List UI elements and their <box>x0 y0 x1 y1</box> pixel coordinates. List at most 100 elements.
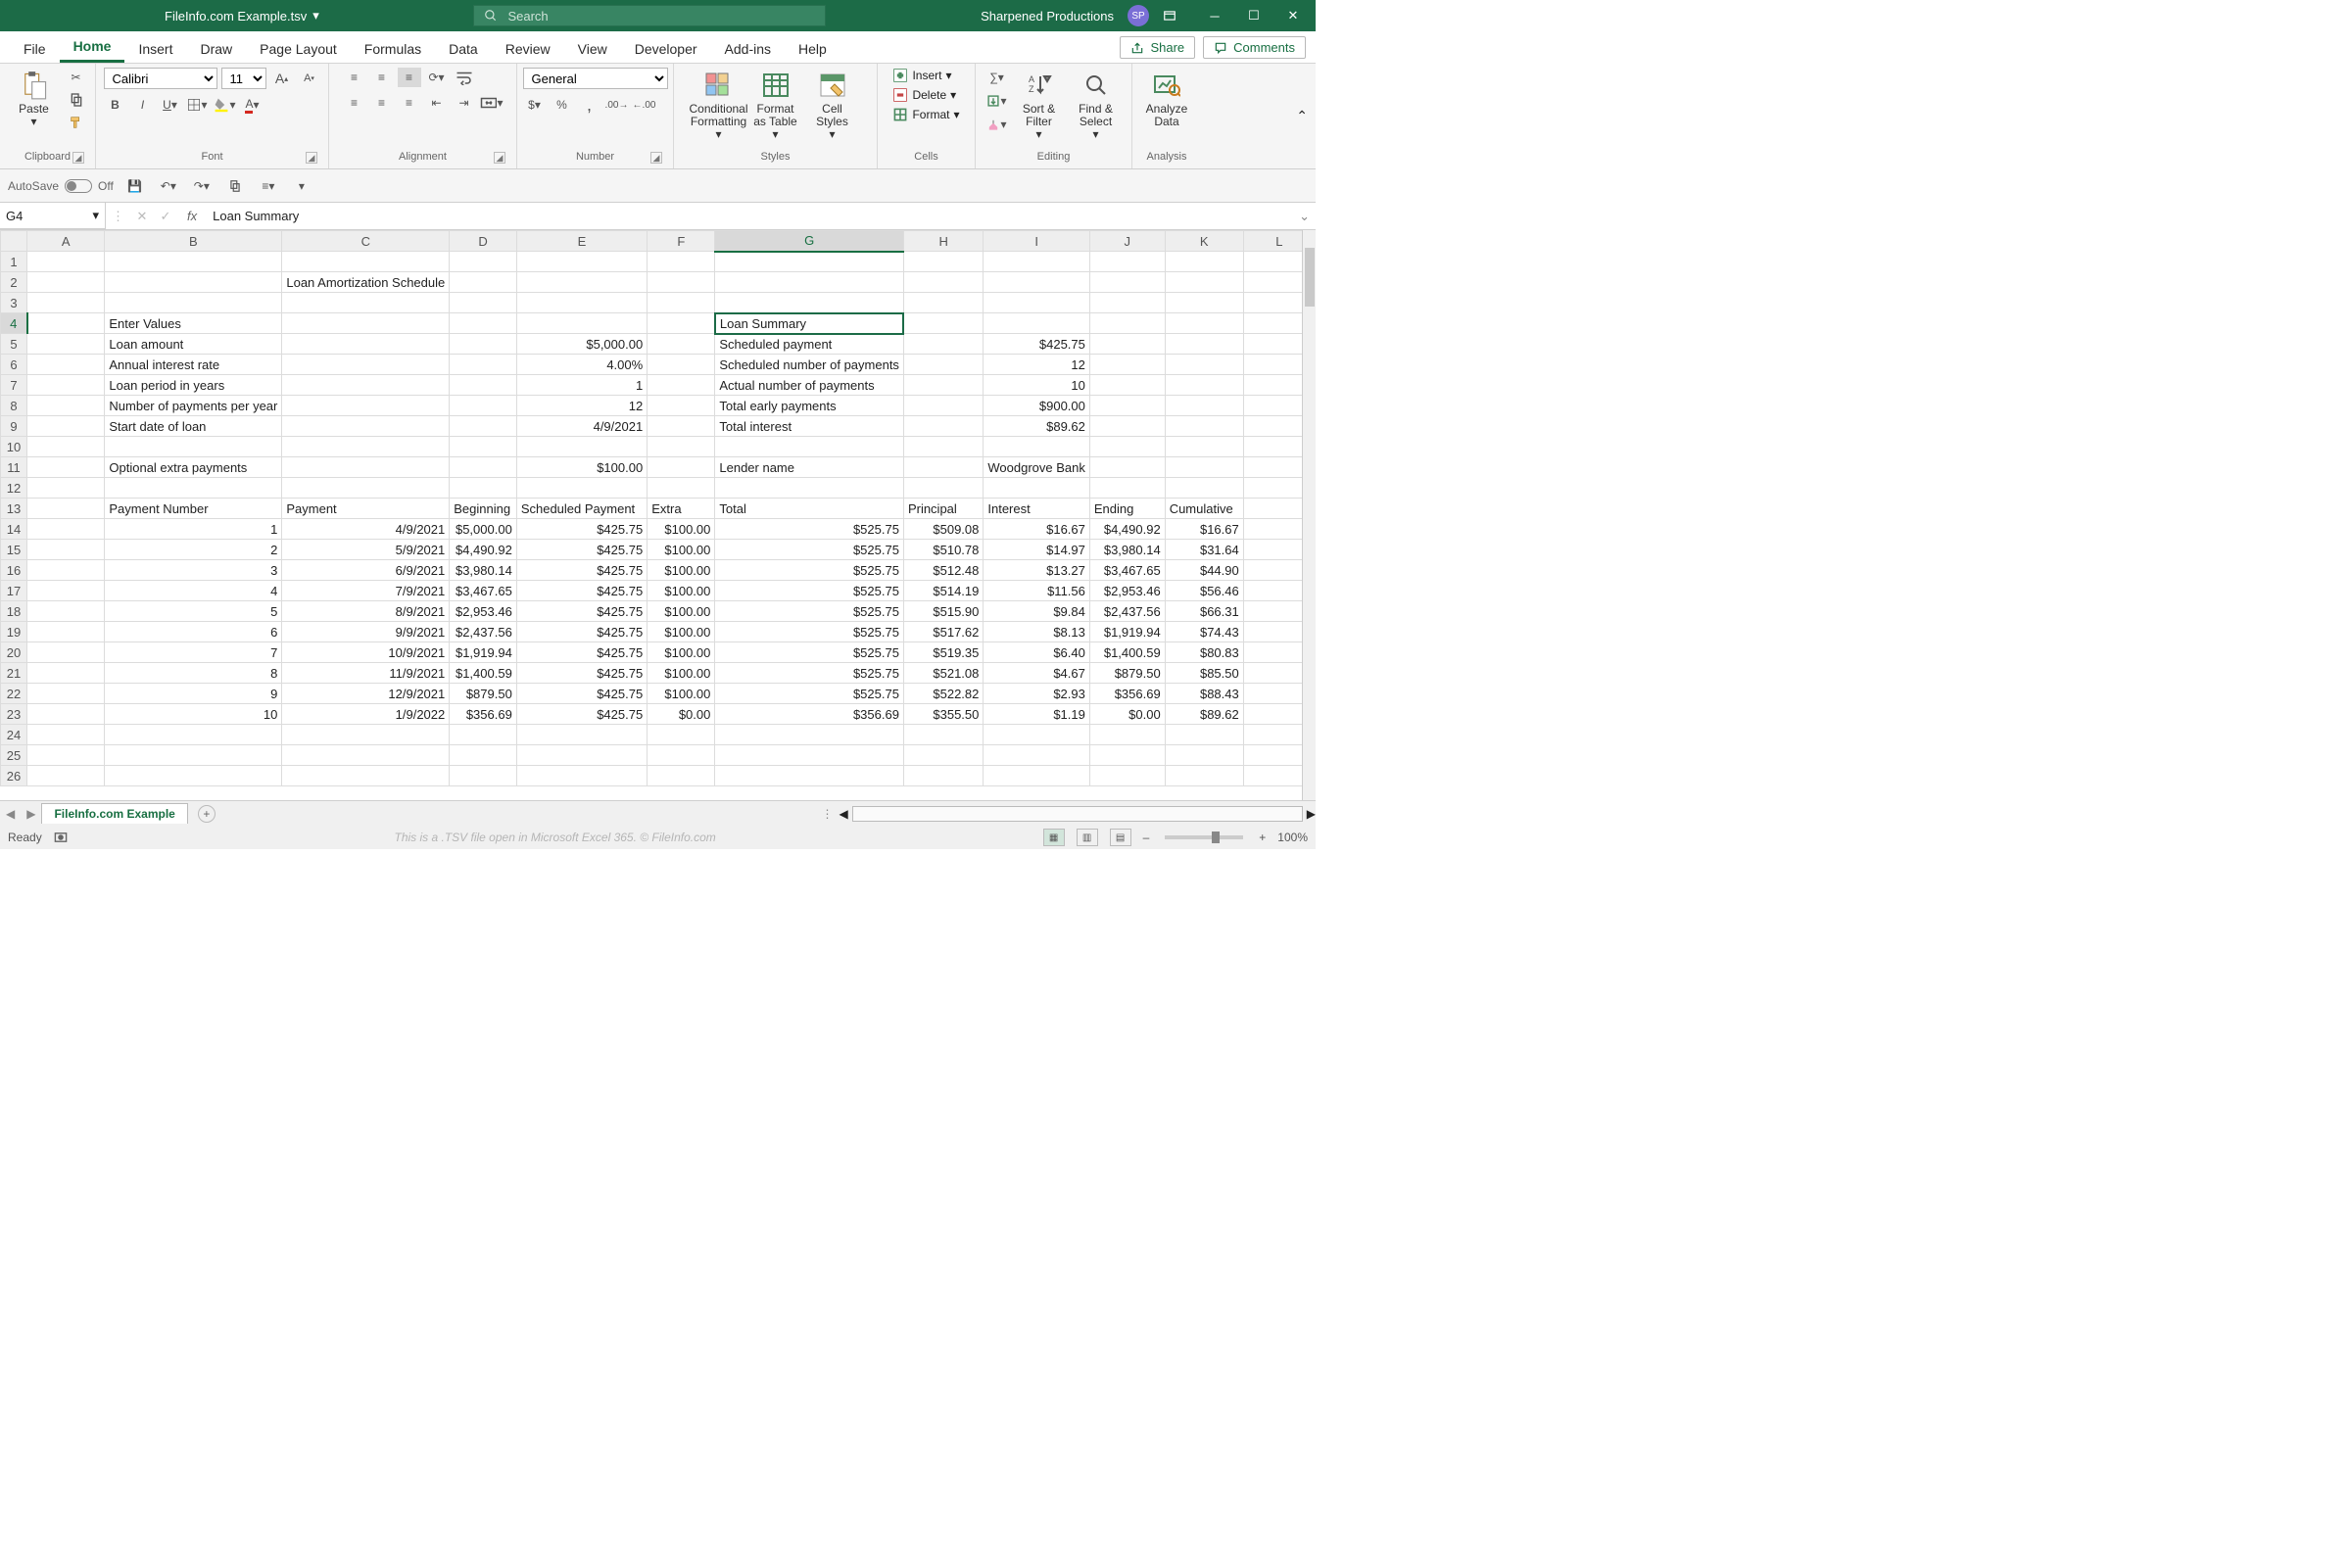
cell[interactable]: $522.82 <box>903 684 983 704</box>
cell[interactable] <box>648 478 715 499</box>
cell[interactable]: $525.75 <box>715 642 904 663</box>
cell[interactable] <box>903 355 983 375</box>
cell[interactable]: 4.00% <box>516 355 647 375</box>
cell[interactable]: $525.75 <box>715 581 904 601</box>
cell[interactable]: $100.00 <box>648 622 715 642</box>
cell[interactable] <box>450 437 517 457</box>
autosum-icon[interactable]: ∑▾ <box>985 68 1009 87</box>
normal-view-icon[interactable]: ▦ <box>1043 829 1065 846</box>
bold-icon[interactable]: B <box>104 95 127 115</box>
cell[interactable]: $31.64 <box>1165 540 1243 560</box>
cell[interactable]: 10 <box>105 704 282 725</box>
align-bottom-icon[interactable]: ≡ <box>398 68 421 87</box>
cell[interactable]: Scheduled number of payments <box>715 355 904 375</box>
cell[interactable]: Actual number of payments <box>715 375 904 396</box>
cell[interactable]: 7/9/2021 <box>282 581 450 601</box>
fx-icon[interactable]: fx <box>177 209 207 223</box>
cell[interactable] <box>1165 272 1243 293</box>
cell[interactable] <box>903 396 983 416</box>
cell[interactable]: $100.00 <box>648 642 715 663</box>
cell[interactable]: Start date of loan <box>105 416 282 437</box>
cell[interactable] <box>516 272 647 293</box>
row-header[interactable]: 11 <box>1 457 27 478</box>
cell[interactable] <box>105 725 282 745</box>
row-header[interactable]: 18 <box>1 601 27 622</box>
page-break-view-icon[interactable]: ▤ <box>1110 829 1131 846</box>
cell[interactable] <box>27 457 105 478</box>
cell[interactable] <box>282 293 450 313</box>
cell[interactable]: $521.08 <box>903 663 983 684</box>
cell[interactable] <box>715 725 904 745</box>
cell[interactable]: 3 <box>105 560 282 581</box>
cell[interactable]: Payment Number <box>105 499 282 519</box>
cell[interactable] <box>1089 375 1165 396</box>
cell[interactable] <box>984 293 1090 313</box>
close-icon[interactable]: ✕ <box>1280 8 1306 24</box>
cell[interactable] <box>450 396 517 416</box>
cell[interactable]: Scheduled payment <box>715 334 904 355</box>
cell[interactable] <box>27 560 105 581</box>
comma-icon[interactable]: , <box>578 95 601 115</box>
cell[interactable] <box>903 725 983 745</box>
column-header[interactable]: H <box>903 231 983 252</box>
cell[interactable] <box>282 375 450 396</box>
cell[interactable] <box>27 437 105 457</box>
cell[interactable]: 10 <box>984 375 1090 396</box>
cell[interactable] <box>903 457 983 478</box>
cell[interactable] <box>715 437 904 457</box>
cell[interactable]: 7 <box>105 642 282 663</box>
cell[interactable]: $85.50 <box>1165 663 1243 684</box>
cell[interactable] <box>105 252 282 272</box>
expand-formula-icon[interactable]: ⌄ <box>1293 209 1316 224</box>
column-header[interactable]: E <box>516 231 647 252</box>
font-launcher[interactable]: ◢ <box>306 152 317 164</box>
cell[interactable] <box>282 252 450 272</box>
tab-help[interactable]: Help <box>785 35 840 63</box>
cell[interactable] <box>648 272 715 293</box>
cell[interactable]: 5 <box>105 601 282 622</box>
orientation-icon[interactable]: ⟳▾ <box>425 68 449 87</box>
cell[interactable]: $80.83 <box>1165 642 1243 663</box>
tab-review[interactable]: Review <box>492 35 564 63</box>
cell[interactable]: $66.31 <box>1165 601 1243 622</box>
cell[interactable] <box>105 745 282 766</box>
cell[interactable]: $517.62 <box>903 622 983 642</box>
cell[interactable] <box>27 416 105 437</box>
cell[interactable]: $100.00 <box>648 601 715 622</box>
alignment-launcher[interactable]: ◢ <box>494 152 505 164</box>
cell[interactable] <box>27 540 105 560</box>
cell[interactable] <box>1089 396 1165 416</box>
decrease-font-icon[interactable]: A▾ <box>298 69 321 88</box>
cell[interactable] <box>1089 478 1165 499</box>
row-header[interactable]: 3 <box>1 293 27 313</box>
cell[interactable]: $14.97 <box>984 540 1090 560</box>
cell[interactable] <box>984 252 1090 272</box>
cell[interactable] <box>282 313 450 334</box>
cell[interactable] <box>903 375 983 396</box>
wrap-text-icon[interactable] <box>453 68 476 87</box>
cell[interactable]: $879.50 <box>1089 663 1165 684</box>
cell[interactable]: $1.19 <box>984 704 1090 725</box>
cell[interactable]: $2,437.56 <box>450 622 517 642</box>
cell[interactable] <box>27 704 105 725</box>
cell[interactable] <box>903 478 983 499</box>
tab-view[interactable]: View <box>564 35 621 63</box>
cell[interactable] <box>984 272 1090 293</box>
cell[interactable] <box>715 252 904 272</box>
cell[interactable]: Number of payments per year <box>105 396 282 416</box>
cell[interactable]: $515.90 <box>903 601 983 622</box>
row-header[interactable]: 22 <box>1 684 27 704</box>
tab-insert[interactable]: Insert <box>124 35 186 63</box>
cell[interactable]: $1,400.59 <box>1089 642 1165 663</box>
cell[interactable]: Loan Summary <box>715 313 904 334</box>
cell[interactable] <box>27 766 105 786</box>
cell[interactable] <box>1089 457 1165 478</box>
cell[interactable]: $44.90 <box>1165 560 1243 581</box>
cell[interactable]: Lender name <box>715 457 904 478</box>
cell[interactable] <box>1165 766 1243 786</box>
column-header[interactable]: C <box>282 231 450 252</box>
cell[interactable] <box>715 293 904 313</box>
customize-qat-icon[interactable]: ▾ <box>290 176 313 196</box>
decrease-decimal-icon[interactable]: ←.00 <box>633 95 656 115</box>
cell[interactable]: 1 <box>105 519 282 540</box>
